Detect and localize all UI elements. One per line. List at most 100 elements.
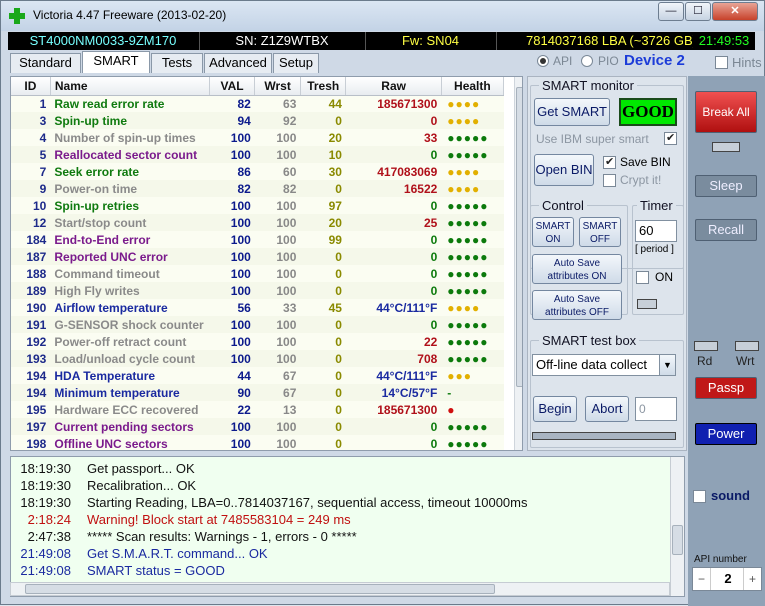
autosave-off-button[interactable]: Auto Save attributes OFF [532, 290, 622, 320]
attribute-name: Power-on time [54, 181, 138, 196]
open-bin-button[interactable]: Open BIN [534, 154, 594, 186]
get-smart-button[interactable]: Get SMART [534, 98, 610, 126]
timer-title: Timer [637, 198, 676, 213]
close-button[interactable]: ✕ [712, 2, 758, 21]
attribute-tresh: 44 [328, 96, 342, 111]
recall-button[interactable]: Recall [695, 219, 757, 241]
timer-input[interactable]: 60 [635, 220, 677, 242]
save-bin-checkbox[interactable] [603, 155, 616, 169]
smart-id: 190 [26, 300, 47, 315]
log-line: 2:47:38 ***** Scan results: Warnings - 1,… [15, 528, 357, 545]
table-row[interactable]: 1 Raw read error rate 82 63 44 185671300 ●●●● [11, 95, 504, 112]
sound-checkbox[interactable] [693, 490, 706, 503]
col-val[interactable]: VAL [209, 77, 256, 96]
table-row[interactable]: 195 Hardware ECC recovered 22 13 0 185671300 ● [11, 401, 504, 418]
attribute-val: 86 [237, 164, 251, 179]
attribute-health: ●●●●● [447, 351, 489, 366]
col-tresh[interactable]: Tresh [300, 77, 347, 96]
test-type-select[interactable]: Off-line data collect ▼ [532, 354, 676, 376]
wrt-label: Wrt [736, 354, 755, 368]
timer-period-label: [ period ] [635, 244, 674, 255]
power-button[interactable]: Power [695, 423, 757, 445]
crypt-checkbox[interactable] [603, 174, 616, 187]
table-row[interactable]: 193 Load/unload cycle count 100 100 0 708 ●●●●… [11, 350, 504, 367]
table-row[interactable]: 7 Seek error rate 86 60 30 417083069 ●●●● [11, 163, 504, 180]
green-cross-icon [9, 8, 25, 24]
col-id[interactable]: ID [11, 77, 51, 96]
sleep-button[interactable]: Sleep [695, 175, 757, 197]
table-row[interactable]: 192 Power-off retract count 100 100 0 22 ●●●●● [11, 333, 504, 350]
smart-id: 3 [39, 113, 47, 128]
attribute-tresh: 0 [335, 402, 342, 417]
log-horizontal-scrollbar[interactable] [10, 582, 670, 596]
log-hscroll-thumb[interactable] [25, 584, 495, 594]
attribute-health: ●●●●● [447, 232, 489, 247]
table-row[interactable]: 194 Minimum temperature 90 67 0 14°C/57°F - [11, 384, 504, 401]
log-line: 2:18:24 Warning! Block start at 748558310… [15, 511, 351, 528]
table-row[interactable]: 190 Airflow temperature 56 33 45 44°C/111°F ●●… [11, 299, 504, 316]
attribute-val: 100 [230, 198, 251, 213]
log-vscroll-thumb[interactable] [672, 525, 683, 555]
smart-id: 187 [26, 249, 47, 264]
attribute-name: HDA Temperature [54, 368, 156, 383]
api-number-plus[interactable]: + [743, 568, 761, 590]
table-row[interactable]: 9 Power-on time 82 82 0 16522 ●●●● [11, 180, 504, 197]
attribute-wrst: 100 [276, 147, 297, 162]
ibm-super-smart-checkbox[interactable] [664, 131, 677, 145]
table-row[interactable]: 5 Reallocated sector count 100 100 10 0 ●●●●● [11, 146, 504, 163]
attribute-raw: 185671300 [377, 96, 438, 111]
chevron-down-icon[interactable]: ▼ [659, 355, 675, 375]
api-number-value[interactable]: 2 [711, 568, 745, 590]
table-row[interactable]: 10 Spin-up retries 100 100 97 0 ●●●●● [11, 197, 504, 214]
api-radio[interactable] [537, 55, 549, 67]
table-row[interactable]: 189 High Fly writes 100 100 0 0 ●●●●● [11, 282, 504, 299]
timer-on-checkbox[interactable] [636, 271, 649, 284]
api-number-minus[interactable]: − [693, 568, 711, 590]
tab-smart[interactable]: SMART [82, 51, 150, 73]
smart-status-badge: GOOD [619, 98, 677, 126]
tab-tests[interactable]: Tests [151, 53, 203, 73]
table-row[interactable]: 12 Start/stop count 100 100 20 25 ●●●●● [11, 214, 504, 231]
table-row[interactable]: 188 Command timeout 100 100 0 0 ●●●●● [11, 265, 504, 282]
col-raw[interactable]: Raw [345, 77, 442, 96]
log-time: 18:19:30 [20, 478, 71, 493]
attribute-name: Raw read error rate [54, 96, 165, 111]
test-value-field[interactable]: 0 [635, 397, 677, 421]
tab-advanced[interactable]: Advanced [204, 53, 272, 73]
maximize-button[interactable]: ☐ [685, 2, 711, 21]
tab-setup[interactable]: Setup [273, 53, 319, 73]
table-row[interactable]: 194 HDA Temperature 44 67 0 44°C/111°F ●●● [11, 367, 504, 384]
smart-on-button[interactable]: SMART ON [532, 217, 574, 247]
col-health[interactable]: Health [441, 77, 505, 96]
minimize-button[interactable]: — [658, 2, 684, 21]
autosave-on-button[interactable]: Auto Save attributes ON [532, 254, 622, 284]
table-row[interactable]: 198 Offline UNC sectors 100 100 0 0 ●●●●● [11, 435, 504, 451]
attribute-health: ●●● [447, 368, 473, 383]
smart-off-button[interactable]: SMART OFF [579, 217, 621, 247]
passp-button[interactable]: Passp [695, 377, 757, 399]
log-line: 21:49:08 Get S.M.A.R.T. command... OK [15, 545, 267, 562]
log-vertical-scrollbar[interactable] [670, 457, 684, 596]
table-scroll-thumb[interactable] [516, 87, 522, 387]
abort-button[interactable]: Abort [585, 396, 629, 422]
table-row[interactable]: 197 Current pending sectors 100 100 0 0 ●●●●● [11, 418, 504, 435]
attribute-val: 56 [237, 300, 251, 315]
attribute-name: Spin-up time [54, 113, 128, 128]
table-row[interactable]: 184 End-to-End error 100 100 99 0 ●●●●● [11, 231, 504, 248]
begin-button[interactable]: Begin [533, 396, 577, 422]
table-row[interactable]: 4 Number of spin-up times 100 100 20 33 ●●●●● [11, 129, 504, 146]
break-all-button[interactable]: Break All [695, 91, 757, 133]
attribute-tresh: 0 [335, 317, 342, 332]
table-row[interactable]: 187 Reported UNC error 100 100 0 0 ●●●●● [11, 248, 504, 265]
attribute-raw: 0 [430, 249, 438, 264]
pio-radio[interactable] [581, 55, 593, 67]
col-wrst[interactable]: Wrst [254, 77, 301, 96]
table-row[interactable]: 191 G-SENSOR shock counter 100 100 0 0 ●●●●● [11, 316, 504, 333]
table-scrollbar[interactable] [514, 77, 522, 450]
table-row[interactable]: 3 Spin-up time 94 92 0 0 ●●●● [11, 112, 504, 129]
col-name[interactable]: Name [50, 77, 210, 96]
hints-checkbox[interactable] [715, 56, 728, 69]
attribute-wrst: 82 [283, 181, 297, 196]
tab-standard[interactable]: Standard [10, 53, 81, 73]
attribute-health: ●●●●● [447, 436, 489, 451]
